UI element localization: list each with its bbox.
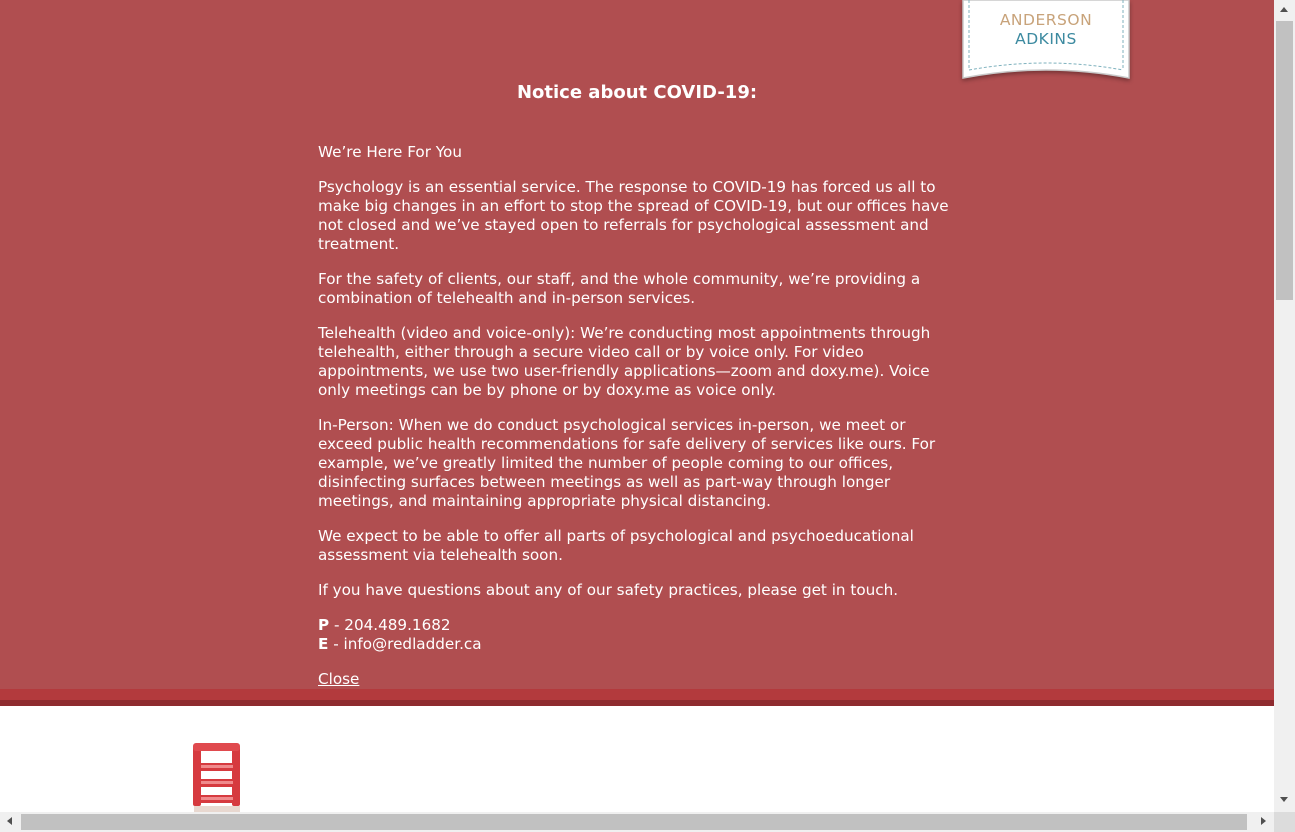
- notice-paragraph: For the safety of clients, our staff, an…: [318, 270, 921, 307]
- email-address: - info@redladder.ca: [328, 635, 482, 653]
- banner-border-bottom: [0, 700, 1274, 706]
- email-label: E: [318, 635, 329, 653]
- notice-content: We’re Here For You Psychology is an esse…: [318, 143, 958, 689]
- notice-paragraph: If you have questions about any of our s…: [318, 581, 899, 599]
- badge-line1: ANDERSON: [999, 11, 1093, 29]
- contact-info: P - 204.489.1682 E - info@redladder.ca: [318, 616, 958, 654]
- notice-paragraph: In-Person: When we do conduct psychologi…: [318, 416, 936, 510]
- ladder-logo-icon[interactable]: [190, 743, 244, 812]
- chevron-up-icon[interactable]: [1280, 7, 1288, 12]
- page-viewport: ANDERSON ADKINS Notice about COVID-19: W…: [0, 0, 1274, 812]
- badge-text: ANDERSON ADKINS: [962, 11, 1130, 49]
- notice-paragraph: Telehealth (video and voice-only): We’re…: [318, 324, 931, 399]
- covid-notice-banner: ANDERSON ADKINS Notice about COVID-19: W…: [0, 0, 1274, 689]
- scrollbar-corner: [1274, 812, 1295, 832]
- close-link[interactable]: Close: [318, 670, 359, 688]
- notice-title: Notice about COVID-19:: [516, 82, 758, 103]
- phone-label: P: [318, 616, 330, 634]
- badge-line2: ADKINS: [1015, 30, 1077, 48]
- chevron-left-icon[interactable]: [7, 817, 12, 825]
- chevron-right-icon[interactable]: [1261, 817, 1266, 825]
- chevron-down-icon[interactable]: [1280, 797, 1288, 802]
- vertical-scroll-thumb[interactable]: [1276, 21, 1293, 300]
- horizontal-scroll-thumb[interactable]: [21, 814, 1247, 830]
- notice-paragraph: Psychology is an essential service. The …: [318, 178, 949, 253]
- banner-border-top: [0, 689, 1274, 700]
- email-line: E - info@redladder.ca: [318, 635, 958, 654]
- notice-heading: We’re Here For You: [318, 143, 462, 161]
- phone-line: P - 204.489.1682: [318, 616, 958, 635]
- phone-number: - 204.489.1682: [329, 616, 451, 634]
- notice-paragraph: We expect to be able to offer all parts …: [318, 527, 914, 564]
